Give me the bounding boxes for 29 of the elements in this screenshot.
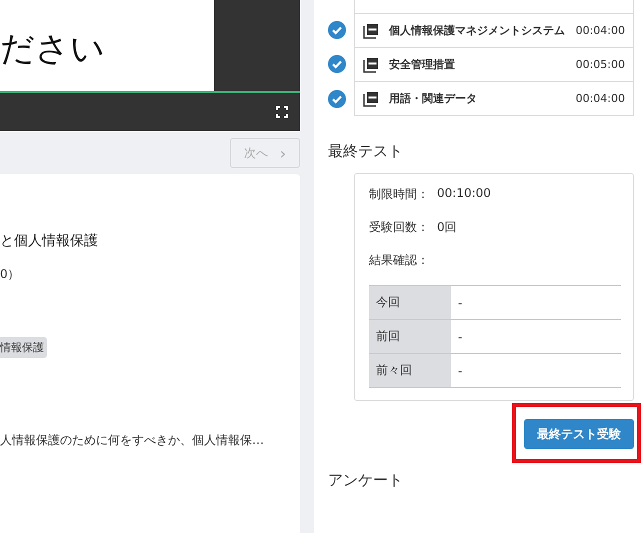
table-header-cell: 前回 <box>369 320 451 353</box>
course-title: と個人情報保護 <box>0 232 99 250</box>
table-header-cell: 今回 <box>369 286 451 319</box>
material-duration: 00:05:00 <box>576 58 625 71</box>
slide-text: ださい <box>0 28 105 70</box>
material-duration: 00:04:00 <box>576 92 625 105</box>
material-title[interactable]: 安全管理措置 <box>389 55 566 74</box>
pdf-file-icon <box>363 22 379 38</box>
section-heading: 最終テスト <box>328 142 404 161</box>
material-title[interactable]: 用語・関連データ <box>389 89 566 108</box>
material-duration: 00:04:00 <box>576 24 625 37</box>
field-value: 00:10:00 <box>437 186 491 202</box>
final-test-button[interactable]: 最終テスト受験 <box>524 419 634 449</box>
course-description: 人情報保護のために何をすべきか、個人情報保… <box>0 432 265 449</box>
field-label: 結果確認： <box>369 252 429 269</box>
field-label: 制限時間： <box>369 186 429 203</box>
pdf-file-icon <box>363 90 379 106</box>
course-meta: 0） <box>0 266 21 283</box>
table-cell-text: - <box>457 328 462 346</box>
material-title[interactable]: 個人情報保護マネジメントシステム <box>389 21 566 40</box>
field-value: 0回 <box>437 219 457 236</box>
table-cell-text: - <box>457 294 462 312</box>
pdf-file-icon <box>363 56 379 72</box>
table-header-cell: 前々回 <box>369 354 451 387</box>
section-heading: アンケート <box>328 471 404 490</box>
tag: 情報保護 <box>0 337 47 358</box>
fullscreen-icon[interactable] <box>276 106 288 118</box>
table-cell-text: - <box>457 362 462 380</box>
field-label: 受験回数： <box>369 219 429 236</box>
